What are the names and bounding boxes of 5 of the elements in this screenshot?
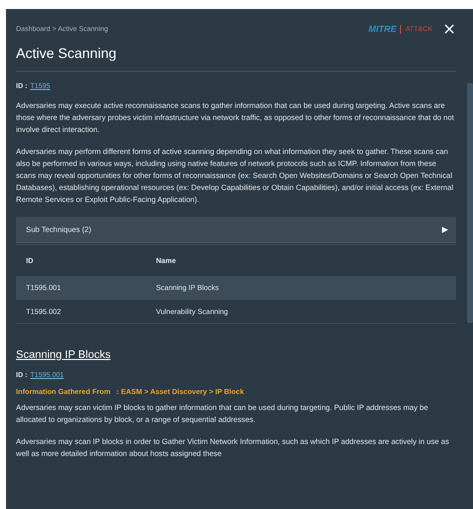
scrollbar-thumb[interactable] [467,83,473,323]
page-title: Active Scanning [16,45,456,72]
logo-text: MITRE [368,24,396,34]
close-button[interactable]: × [436,21,456,37]
section-title: Scanning IP Blocks [16,349,112,361]
